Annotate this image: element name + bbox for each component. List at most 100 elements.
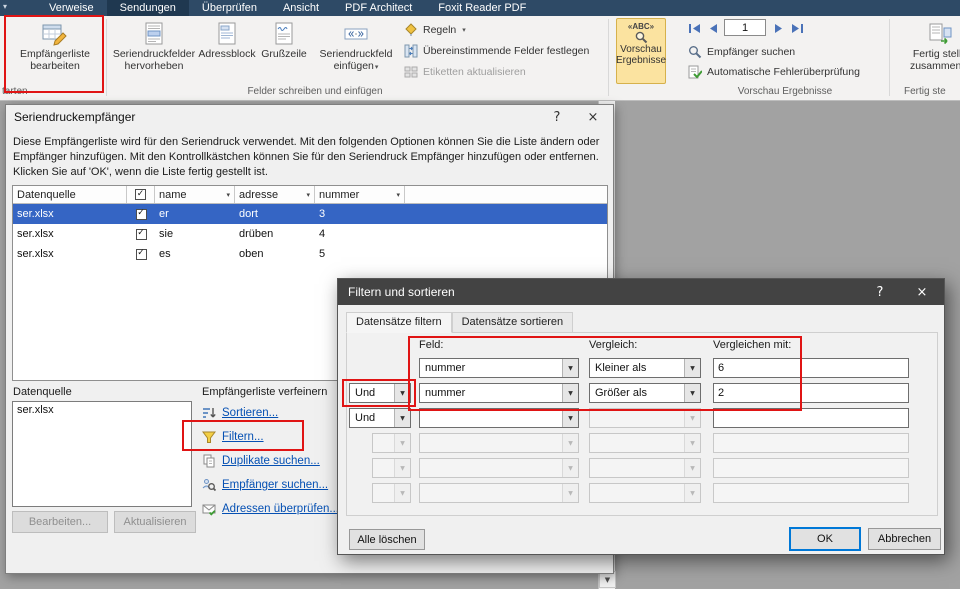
condition-select-6: ▼ [372, 483, 411, 503]
sort-link[interactable]: Sortieren... [222, 407, 278, 419]
update-labels-icon [404, 65, 418, 79]
filter-dialog-title-bar[interactable]: Filtern und sortieren ? × [338, 279, 944, 305]
preview-magnifier-icon [634, 31, 648, 44]
comparison-select-4: ▼ [589, 433, 701, 453]
comparison-select-1[interactable]: Kleiner als ▼ [589, 358, 701, 378]
column-header-datenquelle[interactable]: Datenquelle [13, 186, 127, 203]
tab-verweise[interactable]: Verweise [36, 0, 107, 16]
comparison-select-6: ▼ [589, 483, 701, 503]
tab-pdf-architect[interactable]: PDF Architect [332, 0, 425, 16]
column-header-include-checkbox[interactable]: ✓ [127, 186, 155, 203]
column-filter-dropdown-icon[interactable]: ▾ [306, 191, 310, 199]
compare-value-input-3[interactable] [713, 408, 909, 428]
last-record-button[interactable] [788, 20, 806, 36]
highlight-merge-fields-icon [142, 20, 166, 48]
comparison-select-2[interactable]: Größer als ▼ [589, 383, 701, 403]
find-duplicates-link-row: Duplikate suchen... [202, 449, 339, 473]
edit-recipient-list-button[interactable]: Empfängerliste bearbeiten [8, 18, 102, 85]
include-checkbox[interactable]: ✓ [135, 228, 147, 240]
group-label-vorschau-ergebnisse: Vorschau Ergebnisse [737, 86, 833, 97]
dropdown-arrow-icon: ▾ [462, 25, 466, 34]
include-checkbox[interactable]: ✓ [135, 208, 147, 220]
compare-value-input-1[interactable] [713, 358, 909, 378]
recipients-dialog-title: Seriendruckempfänger [14, 110, 136, 124]
tab-ansicht[interactable]: Ansicht [270, 0, 332, 16]
tab-foxit-reader-pdf[interactable]: Foxit Reader PDF [425, 0, 539, 16]
update-labels-button: Etiketten aktualisieren [404, 62, 526, 81]
help-button[interactable]: ? [541, 105, 573, 129]
group-separator [889, 19, 890, 96]
address-block-button[interactable]: Adressblock [198, 18, 256, 85]
datasource-listbox[interactable]: ser.xlsx [12, 401, 192, 507]
finish-merge-button[interactable]: Fertig stelle zusammenfü [902, 18, 960, 85]
compare-value-input-5 [713, 458, 909, 478]
help-button[interactable]: ? [864, 279, 896, 305]
column-header-adresse[interactable]: adresse ▾ [235, 186, 315, 203]
condition-select-4: ▼ [372, 433, 411, 453]
auto-check-errors-button[interactable]: Automatische Fehlerüberprüfung [688, 62, 860, 81]
dropdown-arrow-icon: ▾ [374, 63, 379, 71]
next-record-button[interactable] [770, 20, 788, 36]
preview-results-toggle[interactable]: «ABC» Vorschau Ergebnisse [616, 18, 666, 84]
tab-ueberpruefen[interactable]: Überprüfen [189, 0, 270, 16]
recipients-dialog-title-bar[interactable]: Seriendruckempfänger ? × [6, 105, 613, 129]
rules-button[interactable]: Regeln ▾ [404, 20, 466, 39]
refresh-button: Aktualisieren [114, 511, 196, 533]
compare-value-input-2[interactable] [713, 383, 909, 403]
table-row[interactable]: ser.xlsx ✓ er dort 3 [13, 204, 607, 224]
column-filter-dropdown-icon[interactable]: ▾ [396, 191, 400, 199]
match-fields-icon [404, 44, 418, 58]
highlight-merge-fields-button[interactable]: Seriendruckfelder hervorheben [112, 18, 196, 85]
include-checkbox[interactable]: ✓ [135, 248, 147, 260]
column-header-name[interactable]: name ▾ [155, 186, 235, 203]
table-row[interactable]: ser.xlsx ✓ sie drüben 4 [13, 224, 607, 244]
ok-button[interactable]: OK [790, 528, 860, 550]
compare-value-input-6 [713, 483, 909, 503]
find-recipient-link[interactable]: Empfänger suchen... [222, 479, 328, 491]
finish-merge-icon [927, 20, 953, 48]
field-select-3[interactable]: ▼ [419, 408, 579, 428]
condition-select-3[interactable]: Und ▼ [349, 408, 411, 428]
find-recipient-button[interactable]: Empfänger suchen [688, 42, 795, 61]
validate-addresses-link[interactable]: Adressen überprüfen... [222, 503, 339, 515]
word-window: ▾ Verweise Sendungen Überprüfen Ansicht … [0, 0, 960, 589]
cancel-button[interactable]: Abbrechen [868, 528, 941, 550]
validate-addresses-icon [202, 502, 216, 516]
tab-sendungen[interactable]: Sendungen [106, 0, 189, 16]
previous-record-button[interactable] [704, 20, 722, 36]
sort-link-row: Sortieren... [202, 401, 339, 425]
record-number-input[interactable] [724, 19, 766, 36]
first-record-button[interactable] [686, 20, 704, 36]
field-select-4: ▼ [419, 433, 579, 453]
quick-access-dropdown-icon[interactable]: ▾ [3, 2, 7, 11]
greeting-line-button[interactable]: Grußzeile [258, 18, 310, 85]
field-select-1[interactable]: nummer ▼ [419, 358, 579, 378]
clear-all-button[interactable]: Alle löschen [349, 529, 425, 550]
filter-link[interactable]: Filtern... [222, 431, 264, 443]
condition-select-2[interactable]: Und ▼ [349, 383, 411, 403]
edit-button: Bearbeiten... [12, 511, 108, 533]
header-vergleichen-mit: Vergleichen mit: [713, 339, 792, 351]
close-icon[interactable]: × [577, 105, 609, 129]
condition-select-5: ▼ [372, 458, 411, 478]
select-all-checkbox[interactable]: ✓ [135, 189, 146, 200]
datasource-list-item[interactable]: ser.xlsx [17, 404, 187, 416]
find-duplicates-link[interactable]: Duplikate suchen... [222, 455, 320, 467]
edit-recipient-list-icon [42, 20, 68, 48]
match-fields-button[interactable]: Übereinstimmende Felder festlegen [404, 41, 589, 60]
column-header-nummer[interactable]: nummer ▾ [315, 186, 405, 203]
column-filter-dropdown-icon[interactable]: ▾ [226, 191, 230, 199]
insert-merge-field-button[interactable]: Seriendruckfeld einfügen▾ [312, 18, 400, 85]
close-icon[interactable]: × [906, 279, 938, 305]
group-separator [106, 19, 107, 96]
field-select-2[interactable]: nummer ▼ [419, 383, 579, 403]
table-row[interactable]: ser.xlsx ✓ es oben 5 [13, 244, 607, 264]
group-label-seriendruck-starten: tarten [2, 86, 28, 97]
header-feld: Feld: [419, 339, 444, 351]
sort-icon [202, 406, 216, 420]
find-recipient-icon [688, 45, 702, 59]
tab-datensaetze-filtern[interactable]: Datensätze filtern [346, 312, 452, 333]
header-vergleich: Vergleich: [589, 339, 638, 351]
tab-datensaetze-sortieren[interactable]: Datensätze sortieren [451, 312, 574, 333]
filter-icon [202, 430, 216, 444]
